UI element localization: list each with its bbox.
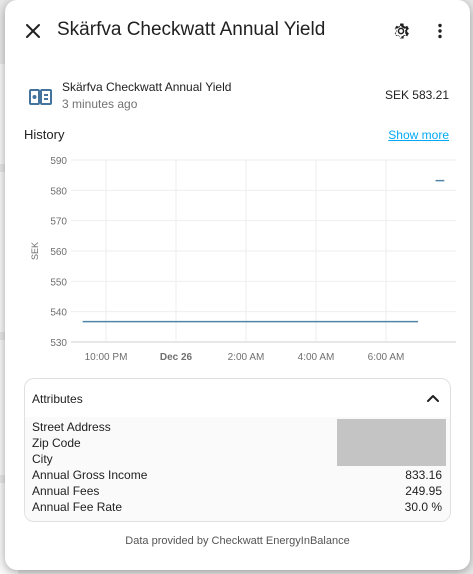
dialog-title: Skärfva Checkwatt Annual Yield <box>57 19 326 40</box>
more-info-dialog: Skärfva Checkwatt Annual Yield Skärfva C… <box>5 0 470 570</box>
y-tick-label: 590 <box>50 156 67 167</box>
attribute-key: Street Address <box>32 420 111 434</box>
redacted-values <box>337 419 446 466</box>
attribute-key: City <box>32 452 53 466</box>
close-icon <box>26 24 40 38</box>
y-tick-label: 540 <box>50 308 67 319</box>
y-tick-label: 530 <box>50 338 67 349</box>
attribute-key: Annual Gross Income <box>32 468 148 482</box>
entity-row[interactable]: Skärfva Checkwatt Annual Yield 3 minutes… <box>5 76 470 116</box>
attributes-panel: Attributes Street Address Zip Code City … <box>24 378 451 522</box>
attribute-key: Annual Fee Rate <box>32 500 123 514</box>
attribute-key: Annual Fees <box>32 484 100 498</box>
close-button[interactable] <box>15 13 51 49</box>
more-options-button[interactable] <box>422 13 458 49</box>
attribute-value: 30.0 % <box>404 500 442 514</box>
x-tick-label: 10:00 PM <box>85 352 128 363</box>
attributes-table: Street Address Zip Code City Annual Gros… <box>25 417 450 521</box>
x-tick-label: 2:00 AM <box>228 352 265 363</box>
gear-icon <box>394 23 409 39</box>
x-tick-label: 6:00 AM <box>368 352 405 363</box>
attribute-value: 833.16 <box>405 468 442 482</box>
y-tick-label: 560 <box>50 247 67 258</box>
entity-state: SEK 583.21 <box>384 88 449 102</box>
dialog-header: Skärfva Checkwatt Annual Yield <box>5 0 470 62</box>
x-tick-label: Dec 26 <box>160 352 193 363</box>
y-tick-label: 550 <box>50 277 67 288</box>
entity-name: Skärfva Checkwatt Annual Yield <box>62 80 232 94</box>
attribute-value: 249.95 <box>405 484 442 498</box>
y-tick-label: 580 <box>50 186 67 197</box>
entity-last-changed: 3 minutes ago <box>62 97 138 111</box>
settings-button[interactable] <box>383 13 419 49</box>
history-heading: History <box>24 127 65 142</box>
cash-register-icon <box>29 89 52 105</box>
y-tick-label: 570 <box>50 217 67 228</box>
x-tick-label: 4:00 AM <box>298 352 335 363</box>
y-axis-label: SEK <box>30 242 40 260</box>
attribute-key: Zip Code <box>32 436 81 450</box>
show-more-link[interactable]: Show more <box>388 128 449 142</box>
attributes-label: Attributes <box>32 392 83 406</box>
chevron-up-icon[interactable] <box>422 387 444 409</box>
attribution-text: Data provided by Checkwatt EnergyInBalan… <box>125 535 350 547</box>
more-vertical-icon <box>438 23 442 39</box>
attributes-header[interactable]: Attributes <box>25 379 450 417</box>
history-chart[interactable]: 590 580 570 560 550 540 530 10:00 PM Dec 26 2:00 … <box>23 150 463 370</box>
